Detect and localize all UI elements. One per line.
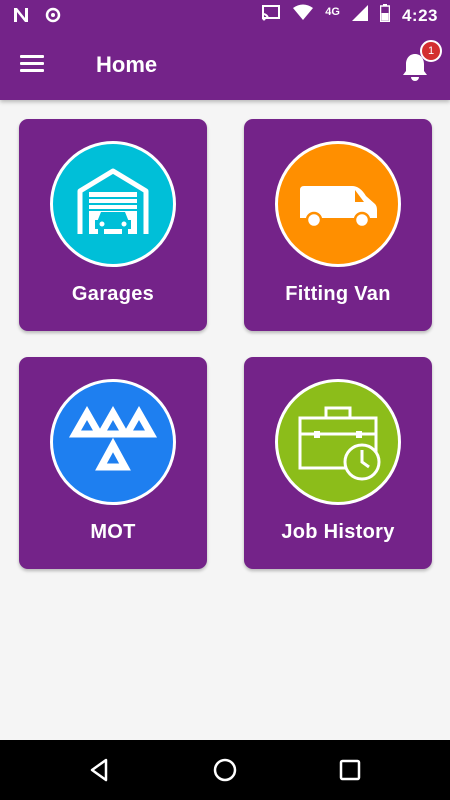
page-title: Home: [96, 52, 158, 77]
status-time: 4:23: [401, 5, 438, 25]
notifications-button[interactable]: 1: [398, 40, 442, 84]
app-bar: Home 1: [0, 32, 450, 100]
menu-icon: [20, 55, 44, 58]
mot-label: MOT: [90, 521, 136, 543]
mot-circle: [50, 379, 176, 505]
briefcase-clock-icon: [298, 406, 381, 481]
mot-tile[interactable]: MOT: [19, 357, 207, 569]
job-history-tile[interactable]: Job History: [244, 357, 432, 569]
sync-icon: [44, 6, 62, 29]
wifi-icon: [293, 4, 314, 27]
fitting-van-label: Fitting Van: [285, 283, 391, 305]
mot-icon: [68, 405, 158, 471]
home-icon: [213, 758, 237, 782]
garages-circle: [50, 141, 176, 267]
menu-button[interactable]: [20, 52, 50, 82]
status-bar: 4G 4:23: [0, 0, 450, 32]
cast-icon: [261, 4, 281, 27]
job-history-label: Job History: [281, 521, 395, 543]
battery-icon: [379, 4, 391, 27]
system-nav-bar: [0, 740, 450, 800]
recent-apps-button[interactable]: [336, 756, 364, 784]
fitting-van-tile[interactable]: Fitting Van: [244, 119, 432, 331]
garage-icon: [77, 168, 149, 234]
job-history-circle: [275, 379, 401, 505]
recent-apps-icon: [339, 759, 361, 781]
signal-icon: [351, 5, 368, 26]
back-icon: [90, 758, 108, 782]
home-button[interactable]: [211, 756, 239, 784]
garages-tile[interactable]: Garages: [19, 119, 207, 331]
notification-badge: 1: [420, 40, 442, 62]
n-icon: [12, 6, 30, 29]
back-button[interactable]: [86, 756, 114, 784]
network-type: 4G: [325, 5, 340, 18]
garages-label: Garages: [71, 283, 155, 305]
van-icon: [300, 186, 377, 229]
fitting-van-circle: [275, 141, 401, 267]
